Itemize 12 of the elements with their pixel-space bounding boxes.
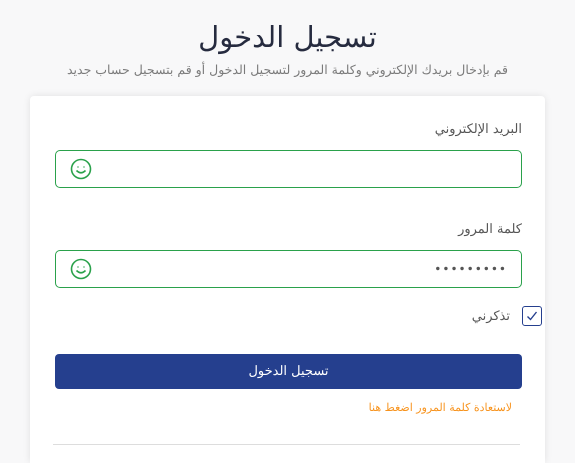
smiley-icon [70, 258, 92, 280]
input-field[interactable] [55, 150, 522, 188]
page-title: تسجيل الدخول [198, 19, 377, 56]
remember-checkbox[interactable] [522, 306, 542, 326]
field-label: كلمة المرور [458, 221, 522, 239]
page-subtitle: قم بإدخال بريدك الإلكتروني وكلمة المرور لتسجيل الدخول أو قم بتسجيل حساب جديد [66, 60, 508, 79]
smiley-icon [70, 158, 92, 180]
field-label: البريد الإلكتروني [434, 121, 522, 139]
login-button[interactable]: تسجيل الدخول [55, 354, 522, 389]
check-icon [526, 310, 538, 322]
checkbox-label: تذكرني [472, 308, 510, 324]
input-field[interactable]: ••••••••• [55, 250, 522, 288]
